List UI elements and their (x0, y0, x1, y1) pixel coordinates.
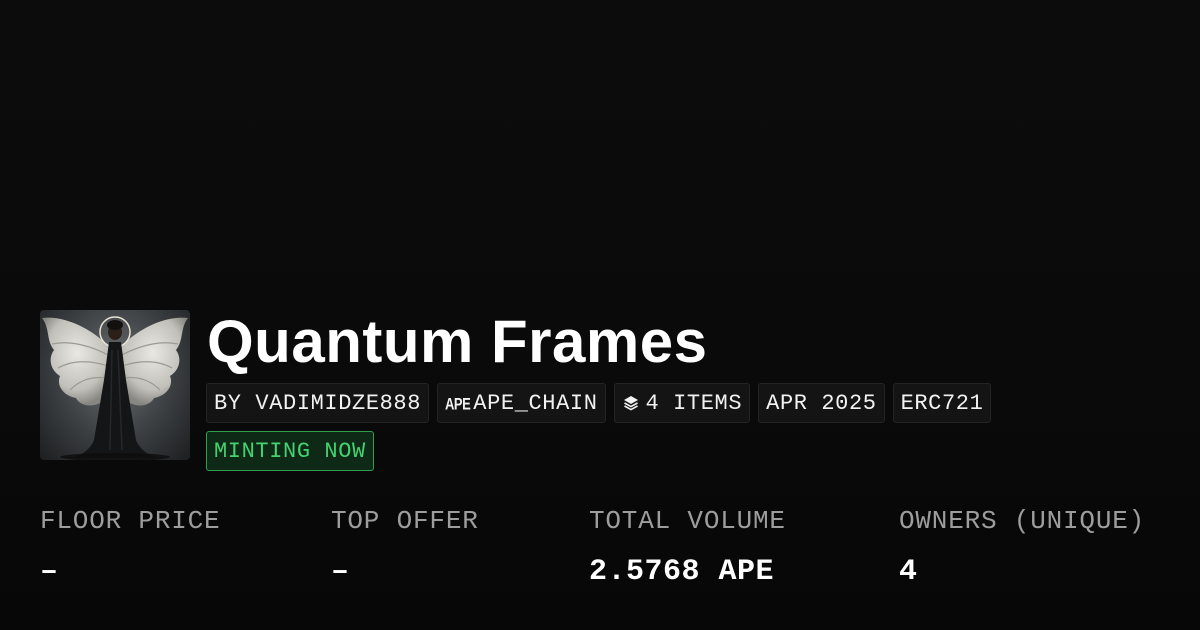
stat-value: – (331, 555, 350, 589)
collection-avatar (40, 310, 190, 460)
collection-meta-chips: BY VADIMIDZE888 APE APE_CHAIN 4 ITEMS AP… (206, 383, 992, 423)
stat-label: TOP OFFER (331, 506, 479, 536)
chain-chip[interactable]: APE APE_CHAIN (437, 383, 606, 423)
layers-icon (623, 396, 638, 411)
items-count: 4 ITEMS (645, 390, 743, 416)
minting-status-badge: MINTING NOW (206, 431, 374, 471)
stat-value: 4 (899, 555, 918, 589)
stat-total-volume: TOTAL VOLUME 2.5768 APE (589, 505, 786, 590)
ape-chain-icon: APE (445, 393, 471, 413)
stat-label: FLOOR PRICE (40, 506, 221, 536)
creator-chip[interactable]: BY VADIMIDZE888 (206, 383, 430, 423)
stat-top-offer: TOP OFFER – (331, 505, 479, 590)
status-label: MINTING NOW (214, 438, 366, 464)
date-label: APR 2025 (766, 390, 877, 416)
date-chip: APR 2025 (758, 383, 885, 423)
creator-label: BY VADIMIDZE888 (214, 390, 422, 416)
stat-owners: OWNERS (UNIQUE) 4 (899, 505, 1145, 590)
stat-floor-price: FLOOR PRICE – (40, 505, 220, 590)
collection-title: Quantum Frames (207, 308, 708, 375)
stat-value: – (40, 555, 59, 589)
standard-chip: ERC721 (892, 383, 992, 423)
standard-label: ERC721 (900, 390, 984, 416)
stat-label: TOTAL VOLUME (589, 506, 786, 536)
items-chip[interactable]: 4 ITEMS (613, 383, 751, 423)
angel-artwork-image (42, 316, 188, 460)
stat-value: 2.5768 APE (589, 555, 775, 589)
stat-label: OWNERS (UNIQUE) (899, 506, 1146, 536)
chain-label: APE_CHAIN (473, 390, 598, 416)
